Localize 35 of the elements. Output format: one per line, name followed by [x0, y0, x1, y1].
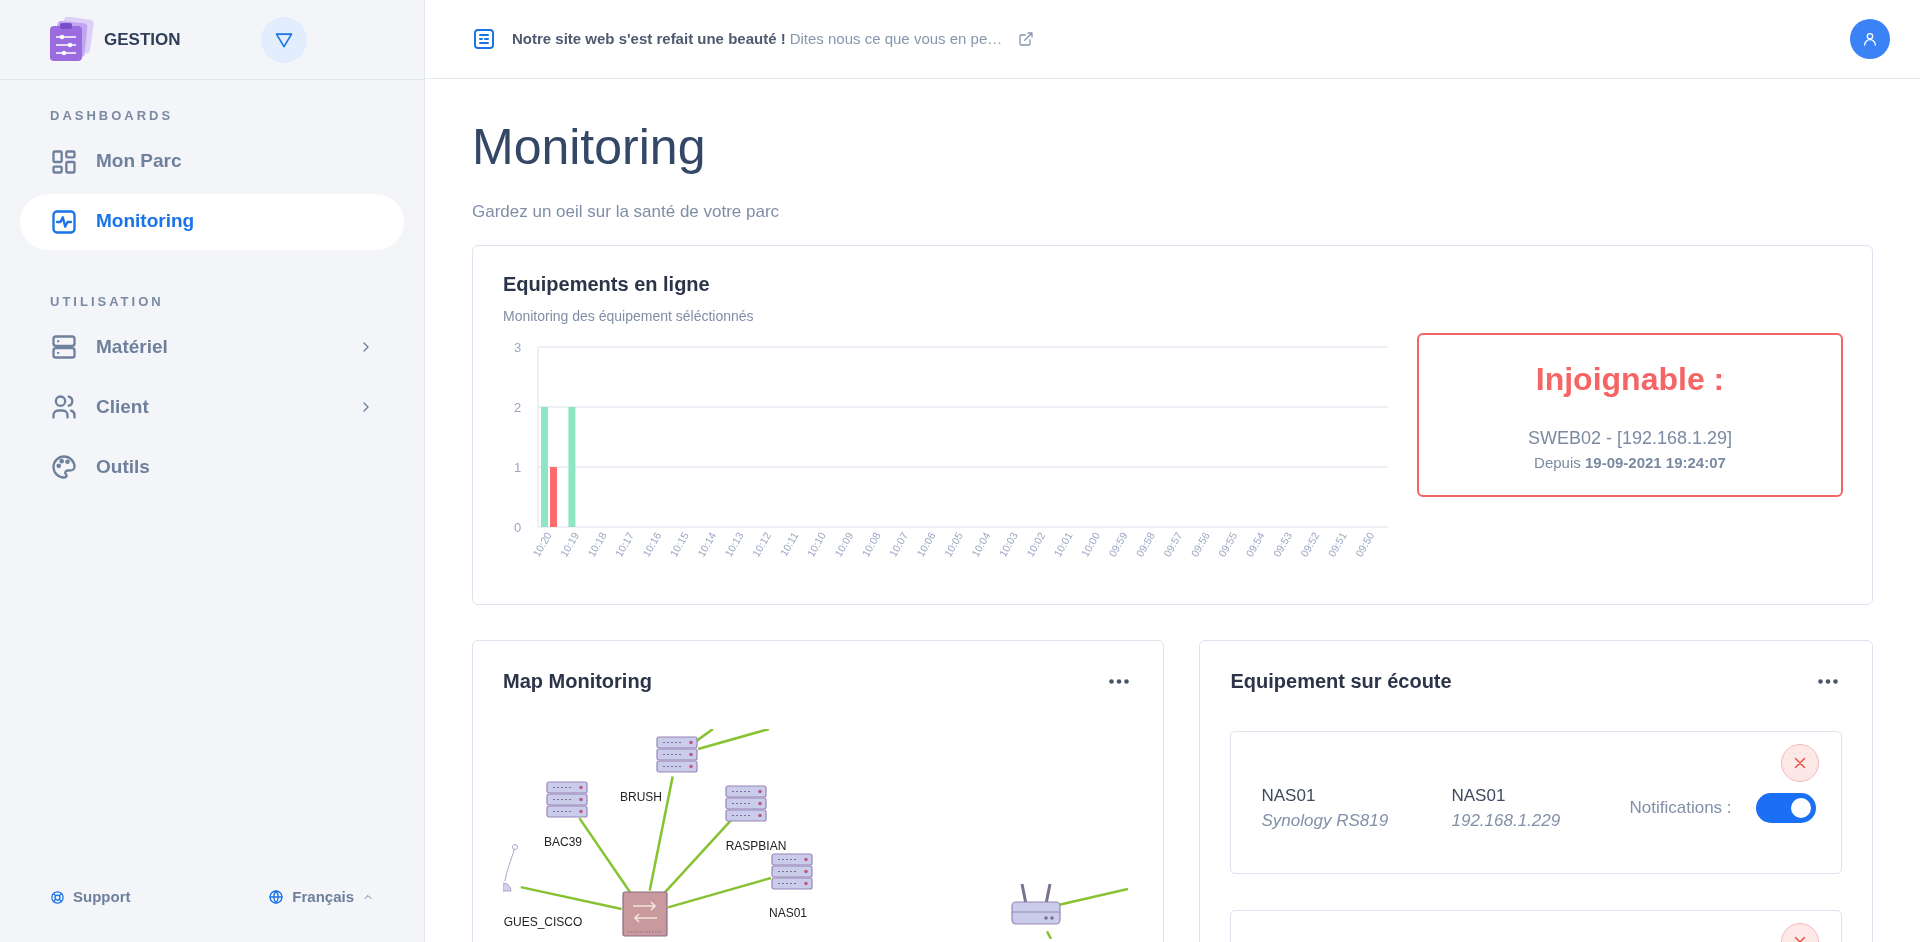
device-model: Synology RS819: [1261, 810, 1390, 832]
device-ip: 192.168.1.229: [1451, 810, 1562, 832]
node-label: BRUSH: [620, 789, 662, 804]
banner-headline: Notre site web s'est refait une beauté !: [512, 28, 786, 49]
since-text: Depuis 19-09-2021 19:24:07: [1534, 452, 1726, 473]
card-subtitle: Monitoring des équipement séléctionnés: [503, 306, 755, 326]
sidebar-item[interactable]: Monitoring: [20, 193, 404, 250]
node-label: RASPBIAN: [725, 838, 787, 853]
y-tick-label: 2: [514, 399, 522, 415]
notifications-label: Notifications :: [1629, 797, 1732, 820]
sidebar-item[interactable]: Mon Parc: [20, 133, 404, 190]
support-link[interactable]: Support: [50, 885, 131, 909]
brand-name: GESTION: [104, 28, 181, 51]
device-address: SWEB02 - [192.168.1.29]: [1527, 426, 1733, 450]
device-hostname: NAS01: [1451, 784, 1507, 807]
node-label: GUES_CISCO: [503, 914, 583, 929]
sidebar-item[interactable]: Outils: [20, 439, 404, 495]
sidebar-item[interactable]: Matériel: [20, 319, 404, 375]
language-selector[interactable]: Français: [268, 885, 374, 909]
alert-title: Injoignable :: [1535, 359, 1725, 399]
card-title: Equipement sur écoute: [1230, 668, 1452, 693]
page-title: Monitoring: [472, 118, 707, 177]
card-title: Map Monitoring: [503, 668, 652, 693]
device-name: NAS01: [1261, 784, 1317, 807]
y-tick-label: 3: [514, 339, 522, 355]
card-title: Equipements en ligne: [503, 271, 711, 296]
y-tick-label: 1: [514, 459, 522, 475]
section-heading: DASHBOARDS: [49, 107, 175, 125]
node-label: NAS01: [769, 905, 807, 920]
y-tick-label: 0: [514, 519, 522, 535]
sidebar-item[interactable]: Client: [20, 379, 404, 435]
node-label: BAC39: [544, 834, 582, 849]
page-subtitle: Gardez un oeil sur la santé de votre parc: [472, 201, 781, 223]
banner-link[interactable]: Dites nous ce que vous en pe…: [789, 27, 1003, 51]
section-heading: UTILISATION: [49, 292, 165, 311]
